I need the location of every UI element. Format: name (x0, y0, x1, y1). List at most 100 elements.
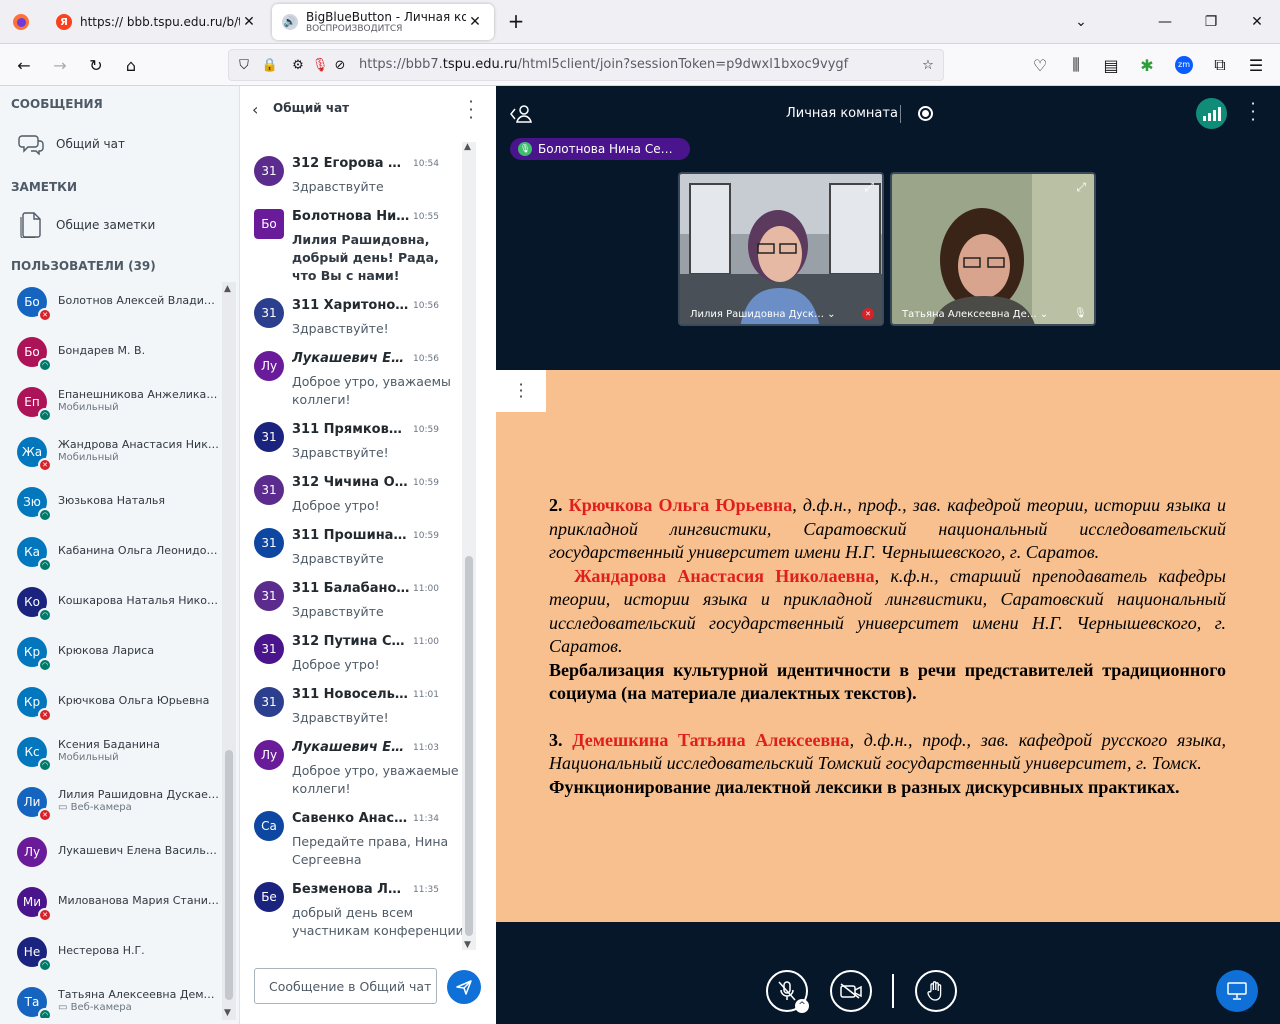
camera-blocked-icon[interactable]: ⊘ (331, 56, 349, 74)
chat-header: ‹ Общий чат · · · (240, 86, 496, 134)
user-list-item[interactable]: Бо ◠ Бондарев М. В. (0, 328, 222, 378)
muted-microphone-icon: ✕ (38, 808, 52, 822)
permissions-icon[interactable]: ⚙ (289, 56, 307, 74)
lock-icon[interactable]: 🔒 (261, 56, 279, 74)
microphone-permission-icon[interactable]: 🎙 (311, 56, 329, 74)
fullscreen-icon[interactable]: ⤢ (864, 180, 874, 195)
user-list-item[interactable]: Кр ◠ Крюкова Лариса (0, 628, 222, 678)
signal-bar-icon (1207, 113, 1211, 121)
tab-title: BigBlueButton - Личная комната (306, 10, 466, 24)
user-name: Зюзькова Наталья (58, 494, 166, 507)
firefox-menu-button[interactable] (0, 0, 42, 44)
tab-bigbluebutton[interactable]: 🔊 BigBlueButton - Личная комната ВОСПРОИ… (272, 4, 494, 40)
fullscreen-icon[interactable]: ⤢ (1076, 180, 1086, 195)
user-list-scrollbar[interactable]: ▲ ▼ (222, 282, 236, 1020)
chat-scrollbar[interactable]: ▲ ▼ (462, 142, 476, 950)
user-list-item[interactable]: Ко◠Кошкарова Наталья Николаев… (0, 578, 222, 628)
webcam-user-label[interactable]: Лилия Рашидовна Дуск… ⌄ (690, 309, 836, 320)
user-name: Болотнов Алексей Владимиро… (58, 294, 220, 307)
scrollbar-thumb[interactable] (225, 750, 233, 1000)
send-message-button[interactable] (447, 970, 481, 1004)
talking-indicator[interactable]: 🎙 Болотнова Нина Се… (510, 138, 690, 160)
new-tab-button[interactable]: + (503, 9, 529, 35)
options-menu-icon[interactable]: · · · (1248, 96, 1258, 128)
user-list-item[interactable]: Зю ◠ Зюзькова Наталья (0, 478, 222, 528)
webcam-user-label[interactable]: Татьяна Алексеевна Де… ⌄ (902, 309, 1048, 320)
extensions-puzzle-icon[interactable]: ⧉ (1206, 51, 1234, 79)
tab-bbb-portal[interactable]: Я https:// bbb.tspu.edu.ru/b/tmf ✕ (46, 4, 268, 40)
scroll-down-icon[interactable]: ▼ (224, 1008, 231, 1018)
yandex-icon: Я (56, 14, 72, 30)
microphone-icon: 🎙 (518, 142, 532, 156)
restore-icon[interactable]: ❐ (1190, 0, 1232, 44)
restore-presentation-button[interactable] (1216, 970, 1258, 1012)
presentation-slide[interactable]: · · · 2. Крючкова Ольга Юрьевна, д.ф.н., п… (496, 370, 1280, 922)
close-tab-icon[interactable]: ✕ (240, 14, 258, 30)
reader-sidebar-icon[interactable]: ▤ (1097, 51, 1125, 79)
chat-options-icon[interactable]: · · · (466, 94, 476, 126)
message-author: Лукашевич Ел… (292, 351, 410, 366)
user-list-item[interactable]: Та◠Татьяна Алексеевна Демешки…▭ Веб-каме… (0, 978, 222, 1018)
message-time: 11:34 (413, 814, 439, 824)
chat-message: 31 312 Егорова П… 10:54 Здравствуйте (240, 154, 466, 207)
close-tab-icon[interactable]: ✕ (466, 14, 484, 30)
hamburger-menu-icon[interactable]: ☰ (1242, 51, 1270, 79)
share-webcam-button[interactable] (830, 970, 872, 1012)
user-list-item[interactable]: Ли ✕ Лилия Рашидовна Дускаева ▭ Веб-камера (0, 778, 222, 828)
close-window-icon[interactable]: ✕ (1236, 0, 1278, 44)
extension-color-icon[interactable]: ✱ (1133, 51, 1161, 79)
minimize-icon[interactable]: — (1144, 0, 1186, 44)
chat-message-input[interactable]: Сообщение в Общий чат (254, 968, 437, 1004)
slide-content: 2. Крючкова Ольга Юрьевна, д.ф.н., проф.… (549, 494, 1226, 799)
user-list-item[interactable]: Бо✕Болотнов Алексей Владимиро… (0, 278, 222, 328)
forward-icon[interactable]: → (46, 51, 74, 79)
toggle-user-list-button[interactable] (510, 104, 532, 128)
chevron-up-icon[interactable]: ^ (795, 999, 809, 1013)
bookmark-star-icon[interactable]: ☆ (919, 56, 937, 74)
headphones-icon: ◠ (38, 1008, 52, 1018)
user-list-item[interactable]: Ка ◠ Кабанина Ольга Леонидовна (0, 528, 222, 578)
home-icon[interactable]: ⌂ (117, 51, 145, 79)
user-list-item[interactable]: Жа✕Жандрова Анастасия Николае…Мобильный (0, 428, 222, 478)
list-tabs-icon[interactable]: ⌄ (1060, 0, 1102, 44)
chevron-left-icon[interactable]: ‹ (252, 100, 258, 119)
user-list-item[interactable]: Не ◠ Нестерова Н.Г. (0, 928, 222, 978)
record-button[interactable] (918, 106, 933, 121)
raise-hand-button[interactable] (915, 970, 957, 1012)
scroll-down-icon[interactable]: ▼ (464, 940, 471, 950)
unmute-button[interactable]: ^ (766, 970, 809, 1013)
reload-icon[interactable]: ↻ (82, 51, 110, 79)
chat-message: 31 312 Путина Со… 11:00 Доброе утро! (240, 632, 466, 685)
user-list-item[interactable]: Ми✕Милованова Мария Станисла… (0, 878, 222, 928)
message-text: Лилия Рашидовна, добрый день! Рада, что … (292, 232, 439, 283)
user-list-item[interactable]: Кс ◠ Ксения Баданина Мобильный (0, 728, 222, 778)
user-list-item[interactable]: Еп◠Епанешникова Анжелика Пав…Мобильный (0, 378, 222, 428)
back-icon[interactable]: ← (10, 51, 38, 79)
zoom-extension-icon[interactable]: zm (1170, 51, 1198, 79)
user-name: Кошкарова Наталья Николаев… (58, 594, 220, 607)
webcam-tile[interactable]: ⤢ Татьяна Алексеевна Де… ⌄ 🎙 (890, 172, 1096, 326)
url-bar[interactable]: ⛉ 🔒 ⚙ 🎙 ⊘ https://bbb7.tspu.edu.ru/html5… (228, 49, 944, 81)
presentation-options-icon[interactable]: · · · (496, 370, 546, 412)
webcam-tile[interactable]: ⤢ Лилия Рашидовна Дуск… ⌄ ✕ (678, 172, 884, 326)
public-chat-nav-item[interactable]: Общий чат (16, 130, 125, 158)
scroll-up-icon[interactable]: ▲ (464, 142, 471, 152)
signal-bar-icon (1217, 107, 1221, 121)
user-list-item[interactable]: Лу Лукашевич Елена Васильевна (0, 828, 222, 878)
message-text: Доброе утро, уважаемые коллеги! (292, 763, 459, 796)
library-icon[interactable]: ⫼ (1062, 51, 1090, 79)
headphones-icon: ◠ (38, 358, 52, 372)
shield-icon[interactable]: ⛉ (235, 56, 253, 74)
main-stage: Личная комната · · · 🎙 Болотнова Нина Се… (496, 86, 1280, 1024)
user-list-item[interactable]: Кр ✕ Крючкова Ольга Юрьевна (0, 678, 222, 728)
scroll-up-icon[interactable]: ▲ (224, 284, 231, 294)
shared-notes-nav-item[interactable]: Общие заметки (16, 211, 155, 239)
slide-talk-title: Вербализация культурной идентичности в р… (549, 659, 1226, 704)
message-time: 10:56 (413, 354, 439, 364)
connection-status-button[interactable] (1196, 98, 1227, 129)
chat-message: Лу Лукашевич Ел… 10:56 Доброе утро, уважаем… (240, 349, 466, 420)
scrollbar-thumb[interactable] (465, 556, 473, 936)
avatar: 31 (254, 422, 284, 452)
pocket-icon[interactable]: ♡ (1026, 51, 1054, 79)
user-name: Милованова Мария Станисла… (58, 894, 220, 907)
